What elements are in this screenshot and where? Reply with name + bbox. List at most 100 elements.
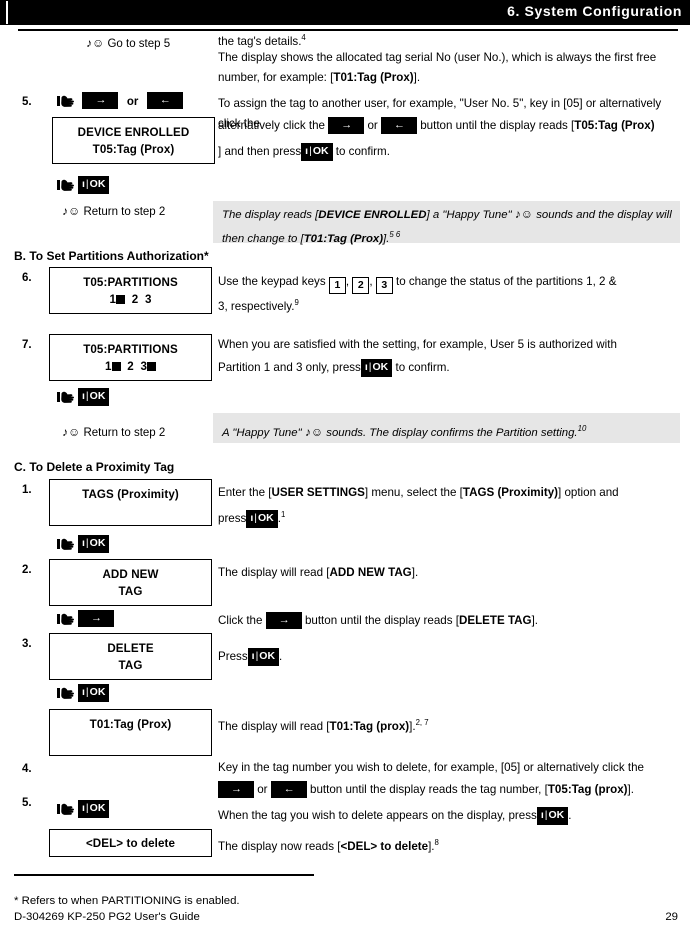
ok-key[interactable]: ı|OK (78, 535, 110, 553)
step-c5-b: . (568, 809, 572, 822)
page-header: 6. System Configuration (0, 0, 690, 25)
ok-key[interactable]: ı|OK (360, 358, 393, 377)
step-c3-2a: The display will read [ (218, 719, 330, 733)
ok-key-label: OK (89, 686, 106, 698)
step6-instruction-line1: Use the keypad keys 1, 2, 3 to change th… (218, 272, 684, 294)
step-c4-a: Key in the tag number you wish to delete… (218, 761, 644, 774)
right-arrow-key[interactable]: → (328, 117, 365, 135)
keypad-key-3[interactable]: 3 (375, 277, 393, 294)
step5-instruction-c: button until the display reads [ (420, 119, 575, 132)
pointing-hand-icon (56, 536, 78, 552)
cue-return-label: Return to step 2 (83, 206, 166, 218)
step-c5-ok-row: ı|OK (56, 800, 110, 818)
ok-key[interactable]: ı|OK (247, 647, 280, 666)
step-number-6: 6. (22, 272, 32, 284)
step6-instruction-a: Use the keypad keys (218, 275, 326, 288)
step5-instruction-line3: ] and then press ı|OK to confirm. (218, 142, 684, 162)
left-arrow-key[interactable]: ← (380, 117, 417, 135)
ok-key-label: OK (372, 360, 389, 373)
step-c2-click-b: button until the display reads [ (304, 614, 459, 627)
ok-key-label: OK (89, 802, 106, 814)
smiley-icon: ☺ (310, 424, 324, 439)
step-c4-bold: T05:Tag (prox) (547, 783, 628, 796)
pointing-hand-icon (56, 685, 78, 701)
smiley-icon: ☺ (520, 207, 534, 221)
ok-key[interactable]: ı|OK (301, 142, 333, 161)
step5-instruction-d: ] and then press (218, 145, 302, 158)
lcd-partitions-step6-line2: 1 2 3 (50, 291, 211, 308)
step-c3-display-instruction: The display will read [T01:Tag (prox)].2… (218, 713, 684, 737)
ok-key[interactable]: ı|OK (246, 509, 278, 528)
document-id: D-304269 KP-250 PG2 User's Guide (14, 911, 200, 923)
step7-instruction-a-part2: Partition 1 and 3 only, press (218, 361, 361, 374)
ok-key[interactable]: ı|OK (536, 806, 569, 825)
ok-key-label: OK (89, 178, 106, 190)
note-happy-tune-partition: A "Happy Tune" ♪☺ sounds. The display co… (213, 413, 680, 443)
keypad-key-2[interactable]: 2 (352, 277, 370, 294)
step-c4-instruction-line2: → or ← button until the display reads th… (218, 780, 688, 800)
pointing-hand-icon (56, 801, 78, 817)
pointing-hand-icon (56, 389, 78, 405)
keypad-key-1[interactable]: 1 (328, 277, 346, 294)
cue-return-to-step-2-partitions: ♪☺ Return to step 2 (62, 425, 165, 439)
partition-3-marker (147, 362, 156, 371)
ok-key-label: OK (259, 649, 276, 662)
ok-key[interactable]: ı|OK (78, 176, 110, 194)
step7-instruction-line2: Partition 1 and 3 only, press ı|OK to con… (218, 358, 684, 378)
intro-text-2-a: The display shows the allocated tag seri… (218, 51, 657, 84)
step-c2-instruction: The display will read [ADD NEW TAG]. (218, 563, 684, 583)
lcd-delete-tag-line2: TAG (118, 659, 143, 672)
step-c3-a: Press (218, 650, 248, 663)
intro-text-2: The display shows the allocated tag seri… (218, 48, 684, 88)
lcd-tags-proximity-line1: TAGS (Proximity) (82, 488, 179, 501)
chapter-title: 6. System Configuration (507, 3, 682, 19)
note-bold-2: T01:Tag (Prox) (303, 232, 384, 245)
cue-go-to-step-5: ♪☺ Go to step 5 (86, 36, 170, 50)
step-number-c1: 1. (22, 484, 32, 496)
footnote-ref-2-7: 2, 7 (415, 718, 429, 727)
step-c4-b: or (257, 783, 268, 796)
ok-key[interactable]: ı|OK (78, 800, 110, 818)
lcd-tags-proximity: TAGS (Proximity) (49, 479, 212, 526)
step5-ok-row: ı|OK (56, 176, 110, 194)
ok-key[interactable]: ı|OK (78, 388, 110, 406)
lcd-t01-tag-prox-line1: T01:Tag (Prox) (89, 718, 172, 731)
step-c4-c: button until the display reads the tag n… (310, 783, 548, 796)
partition-1-marker (111, 362, 121, 371)
section-b-heading: B. To Set Partitions Authorization* (14, 249, 209, 263)
right-arrow-key[interactable]: → (82, 92, 119, 110)
step-number-5-enroll: 5. (22, 96, 32, 108)
lcd-partitions-step6: T05:PARTITIONS 1 2 3 (49, 267, 212, 314)
lcd-device-enrolled-line1: DEVICE ENROLLED (77, 126, 190, 139)
step-c2-a: The display will read [ (218, 566, 330, 579)
pointing-hand-icon (56, 93, 78, 109)
step-c3-b: . (279, 650, 283, 663)
step-c1-a: Enter the [ (218, 486, 272, 499)
right-arrow-key[interactable]: → (265, 612, 302, 630)
step-c2-b: ]. (411, 566, 419, 579)
left-arrow-key[interactable]: ← (270, 781, 307, 799)
footnote-partitioning: * Refers to when PARTITIONING is enabled… (14, 895, 240, 907)
step-c2-click-bold: DELETE TAG (458, 614, 532, 627)
step-number-c4: 4. (22, 763, 32, 775)
page-number: 29 (665, 911, 678, 923)
step-number-7: 7. (22, 339, 32, 351)
left-arrow-key[interactable]: ← (146, 92, 183, 110)
ok-key[interactable]: ı|OK (78, 684, 110, 702)
step-c1-bold-2: TAGS (Proximity) (462, 486, 558, 499)
step-c4-d: ]. (627, 783, 634, 796)
step-c5-2bold: <DEL> to delete (340, 839, 429, 853)
right-arrow-key[interactable]: → (218, 781, 254, 799)
step-c5-2a: The display now reads [ (218, 839, 341, 853)
step-c2-click-a: Click the (218, 614, 263, 627)
lcd-del-to-delete: <DEL> to delete (49, 829, 212, 857)
right-arrow-key[interactable]: → (78, 610, 114, 628)
step-c5-display-instruction: The display now reads [<DEL> to delete].… (218, 833, 688, 857)
step7-instruction-a-part1: When you are satisfied with the setting,… (218, 338, 617, 351)
intro-text-1-label: the tag's details. (218, 34, 302, 48)
step7-ok-row: ı|OK (56, 388, 110, 406)
footnote-divider (14, 874, 314, 876)
step-number-c3: 3. (22, 638, 32, 650)
lcd-add-new-tag: ADD NEW TAG (49, 559, 212, 606)
step-number-c5: 5. (22, 797, 32, 809)
